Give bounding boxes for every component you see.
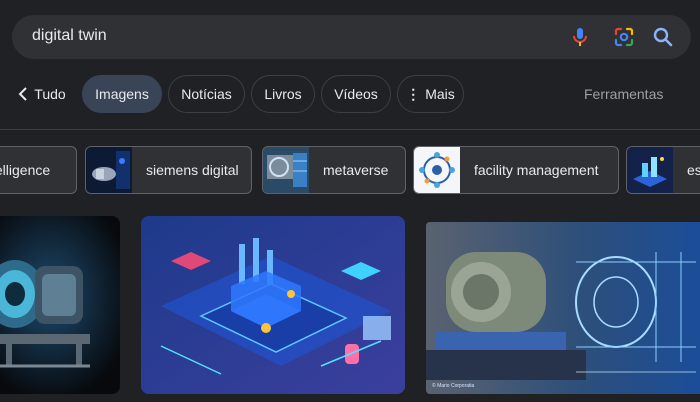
image-results: © Mario Corporatia <box>0 216 700 402</box>
chip-thumbnail <box>86 147 132 193</box>
chip-label: metaverse <box>323 162 389 178</box>
divider <box>0 129 700 130</box>
tab-videos[interactable]: Vídeos <box>321 75 391 113</box>
chip-thumbnail <box>627 147 673 193</box>
chip-intelligence[interactable]: telligence <box>0 146 77 194</box>
turbine-image <box>0 216 120 394</box>
tab-all-label: Tudo <box>34 86 66 102</box>
chip-metaverse[interactable]: metaverse <box>262 146 406 194</box>
tab-news[interactable]: Notícias <box>168 75 245 113</box>
tab-videos-label: Vídeos <box>334 86 378 102</box>
image-watermark: © Mario Corporatia <box>432 383 475 389</box>
lens-icon[interactable] <box>612 25 636 49</box>
result-image-motor-hologram[interactable]: © Mario Corporatia <box>426 222 700 394</box>
chip-label: siemens digital <box>146 162 239 178</box>
search-tabs: Tudo Imagens Notícias Livros Vídeos ⋮ Ma… <box>0 75 700 113</box>
tab-all-back[interactable]: Tudo <box>10 75 74 113</box>
chip-thumbnail <box>414 147 460 193</box>
search-icon[interactable] <box>651 25 675 49</box>
factory-image <box>141 216 405 394</box>
result-image-smart-factory[interactable] <box>141 216 405 394</box>
chip-label: es <box>687 162 700 178</box>
tab-more-label: Mais <box>425 86 455 102</box>
chip-thumbnail <box>263 147 309 193</box>
tab-more[interactable]: ⋮ Mais <box>397 75 464 113</box>
chip-label: facility management <box>474 162 599 178</box>
chevron-left-icon <box>18 87 28 101</box>
tab-books-label: Livros <box>264 86 302 102</box>
chip-label: telligence <box>0 162 51 178</box>
chip-partial[interactable]: es <box>626 146 700 194</box>
result-image-turbine[interactable] <box>0 216 120 394</box>
motor-image <box>426 222 700 394</box>
tab-news-label: Notícias <box>181 86 232 102</box>
related-searches: telligence siemens digital metaverse <box>0 146 700 194</box>
search-bar[interactable]: digital twin <box>12 15 691 59</box>
search-input[interactable]: digital twin <box>32 27 107 45</box>
tab-images-label: Imagens <box>95 86 149 102</box>
more-vert-icon: ⋮ <box>406 85 421 102</box>
tools-button[interactable]: Ferramentas <box>584 86 663 102</box>
chip-siemens-digital[interactable]: siemens digital <box>85 146 252 194</box>
chip-facility-management[interactable]: facility management <box>413 146 619 194</box>
tab-books[interactable]: Livros <box>251 75 315 113</box>
tab-images[interactable]: Imagens <box>82 75 162 113</box>
mic-icon[interactable] <box>568 25 592 49</box>
